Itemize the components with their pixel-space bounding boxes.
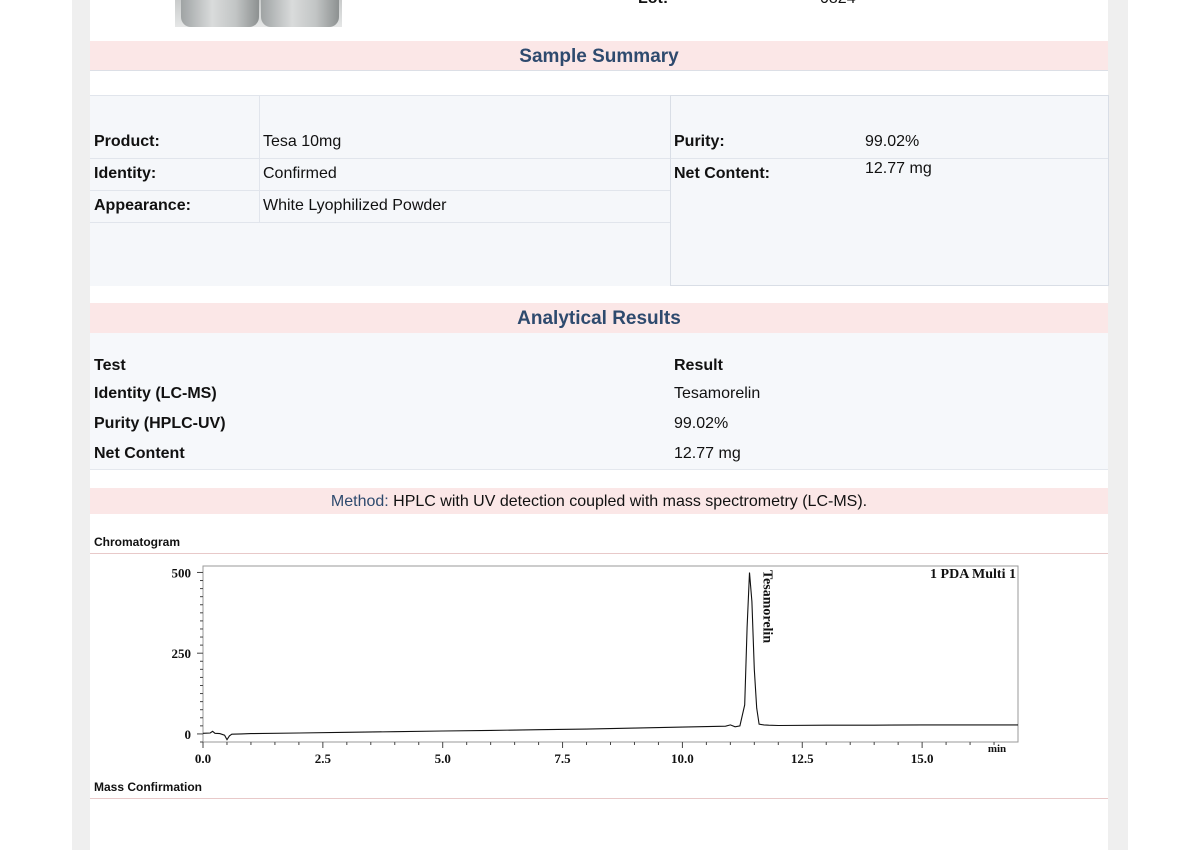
summary-right-panel: Purity: 99.02% Net Content: 12.77 mg bbox=[670, 95, 1109, 286]
summary-label: Net Content: bbox=[674, 165, 770, 182]
analytical-results-title: Analytical Results bbox=[517, 308, 681, 329]
product-vials-image bbox=[175, 0, 342, 27]
mass-confirmation-label: Mass Confirmation bbox=[94, 780, 203, 794]
x-tick-label: 0.0 bbox=[195, 751, 211, 766]
section-divider bbox=[90, 553, 1108, 554]
summary-value: Confirmed bbox=[263, 165, 337, 182]
outer-background bbox=[0, 0, 72, 850]
summary-value: 12.77 mg bbox=[865, 160, 932, 177]
x-tick-label: 10.0 bbox=[671, 751, 694, 766]
column-header-test: Test bbox=[94, 357, 126, 374]
page-gutter-right bbox=[1108, 0, 1128, 850]
summary-value: White Lyophilized Powder bbox=[263, 197, 447, 214]
x-tick-label: 2.5 bbox=[315, 751, 332, 766]
test-name: Net Content bbox=[94, 445, 185, 462]
results-table-header: Test Result bbox=[90, 351, 1108, 382]
lot-label: Lot: bbox=[638, 0, 668, 8]
sample-summary-title: Sample Summary bbox=[519, 46, 679, 67]
summary-row-appearance: Appearance: White Lyophilized Powder bbox=[90, 191, 670, 223]
x-unit-label: min bbox=[988, 743, 1006, 755]
summary-value: Tesa 10mg bbox=[263, 133, 342, 150]
section-divider bbox=[90, 798, 1108, 799]
summary-row-product: Product: Tesa 10mg bbox=[90, 127, 670, 159]
peak-annotation: Tesamorelin bbox=[760, 570, 775, 643]
vial-image bbox=[261, 0, 339, 27]
plot-frame bbox=[202, 565, 1019, 743]
table-row: Purity (HPLC-UV) 99.02% bbox=[90, 409, 1108, 440]
certificate-page: Lot: 0824 Sample Summary Product: Tesa 1… bbox=[90, 0, 1109, 850]
method-text: HPLC with UV detection coupled with mass… bbox=[393, 493, 868, 510]
x-tick-label: 15.0 bbox=[911, 751, 934, 766]
test-name: Purity (HPLC-UV) bbox=[94, 415, 226, 432]
table-row: Net Content 12.77 mg bbox=[90, 439, 1108, 470]
lot-value: 0824 bbox=[820, 0, 856, 8]
test-result: 12.77 mg bbox=[674, 445, 741, 462]
y-tick-label: 0 bbox=[185, 727, 192, 742]
test-result: Tesamorelin bbox=[674, 385, 761, 402]
y-tick-label: 500 bbox=[172, 565, 192, 580]
x-tick-label: 12.5 bbox=[791, 751, 814, 766]
x-tick-label: 7.5 bbox=[554, 751, 571, 766]
summary-label: Identity: bbox=[94, 165, 157, 182]
chromatogram-chart: 0.0 2.5 5.0 7.5 10.0 12.5 15.0 0 250 500 min 1 PDA … bbox=[172, 565, 1019, 766]
table-row: Identity (LC-MS) Tesamorelin bbox=[90, 379, 1108, 410]
summary-label: Purity: bbox=[674, 133, 725, 150]
method-label: Method: bbox=[330, 493, 389, 510]
test-name: Identity (LC-MS) bbox=[94, 385, 217, 402]
y-tick-label: 250 bbox=[172, 646, 192, 661]
vial-image bbox=[181, 0, 259, 27]
page-gutter-left bbox=[72, 0, 90, 850]
column-header-result: Result bbox=[674, 357, 723, 374]
method-banner: Method: HPLC with UV detection coupled w… bbox=[90, 488, 1108, 514]
summary-label: Appearance: bbox=[94, 197, 191, 214]
summary-label: Product: bbox=[94, 133, 160, 150]
chromatogram-trace bbox=[202, 572, 1018, 741]
summary-row-identity: Identity: Confirmed bbox=[90, 159, 670, 191]
summary-row-net-content: Net Content: 12.77 mg bbox=[671, 159, 1108, 190]
sample-summary-header: Sample Summary bbox=[90, 41, 1108, 71]
table-spacer bbox=[90, 333, 1108, 351]
summary-left-panel: Product: Tesa 10mg Identity: Confirmed A… bbox=[90, 95, 670, 286]
summary-value: 99.02% bbox=[865, 133, 920, 150]
analytical-results-header: Analytical Results bbox=[90, 303, 1108, 334]
chromatogram-label: Chromatogram bbox=[94, 535, 181, 549]
series-legend-label: 1 PDA Multi 1 bbox=[930, 567, 1016, 582]
x-tick-label: 5.0 bbox=[435, 751, 451, 766]
test-result: 99.02% bbox=[674, 415, 729, 432]
